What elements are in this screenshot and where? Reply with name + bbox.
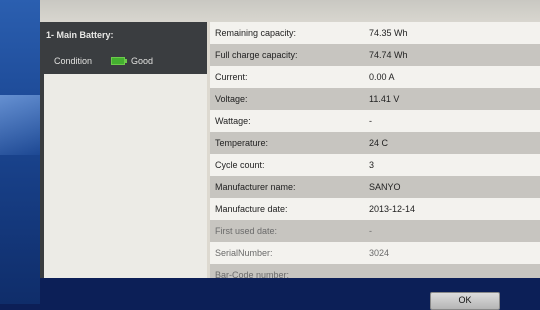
- detail-row-temperature: Temperature: 24 C: [210, 132, 540, 154]
- detail-label: First used date:: [215, 226, 278, 236]
- detail-value: 74.74 Wh: [369, 50, 408, 60]
- detail-label: Cycle count:: [215, 160, 265, 170]
- detail-value: SANYO: [369, 182, 401, 192]
- detail-row-current: Current: 0.00 A: [210, 66, 540, 88]
- condition-row: Condition Good: [54, 54, 204, 68]
- detail-row-manufacture-date: Manufacture date: 2013-12-14: [210, 198, 540, 220]
- detail-label: Temperature:: [215, 138, 269, 148]
- detail-label: Manufacture date:: [215, 204, 288, 214]
- battery-info-window: 1- Main Battery: Condition Good Remainin…: [40, 22, 540, 286]
- detail-value: 74.35 Wh: [369, 28, 408, 38]
- detail-label: Manufacturer name:: [215, 182, 296, 192]
- detail-label: Wattage:: [215, 116, 251, 126]
- condition-label: Condition: [54, 56, 93, 66]
- desktop-glow: [0, 95, 40, 155]
- battery-list-area: [44, 74, 207, 278]
- detail-value: 3024: [369, 248, 390, 258]
- detail-label: SerialNumber:: [215, 248, 273, 258]
- condition-value: Good: [131, 56, 154, 66]
- detail-label: Remaining capacity:: [215, 28, 297, 38]
- battery-header[interactable]: 1- Main Battery:: [46, 30, 114, 40]
- detail-value: 11.41 V: [369, 94, 400, 104]
- detail-value: -: [369, 116, 372, 126]
- detail-value: 3: [369, 160, 375, 170]
- battery-details-table: Remaining capacity: 74.35 Wh Full charge …: [210, 22, 540, 286]
- detail-value: 24 C: [369, 138, 389, 148]
- detail-row-serial-number: SerialNumber: 3024: [210, 242, 540, 264]
- detail-label: Full charge capacity:: [215, 50, 298, 60]
- detail-value: 2013-12-14: [369, 204, 416, 214]
- detail-label: Voltage:: [215, 94, 248, 104]
- detail-row-first-used-date: First used date: -: [210, 220, 540, 242]
- detail-value: 0.00 A: [369, 72, 395, 82]
- ok-button[interactable]: OK: [430, 292, 500, 310]
- detail-row-remaining-capacity: Remaining capacity: 74.35 Wh: [210, 22, 540, 44]
- detail-value: -: [369, 226, 372, 236]
- detail-label: Current:: [215, 72, 248, 82]
- battery-list-panel: 1- Main Battery: Condition Good: [40, 22, 207, 278]
- detail-row-manufacturer-name: Manufacturer name: SANYO: [210, 176, 540, 198]
- detail-row-voltage: Voltage: 11.41 V: [210, 88, 540, 110]
- detail-row-full-charge-capacity: Full charge capacity: 74.74 Wh: [210, 44, 540, 66]
- detail-row-wattage: Wattage: -: [210, 110, 540, 132]
- window-top-strip: [40, 0, 540, 22]
- detail-row-cycle-count: Cycle count: 3: [210, 154, 540, 176]
- battery-icon: [111, 57, 127, 65]
- desktop-background: [0, 0, 40, 304]
